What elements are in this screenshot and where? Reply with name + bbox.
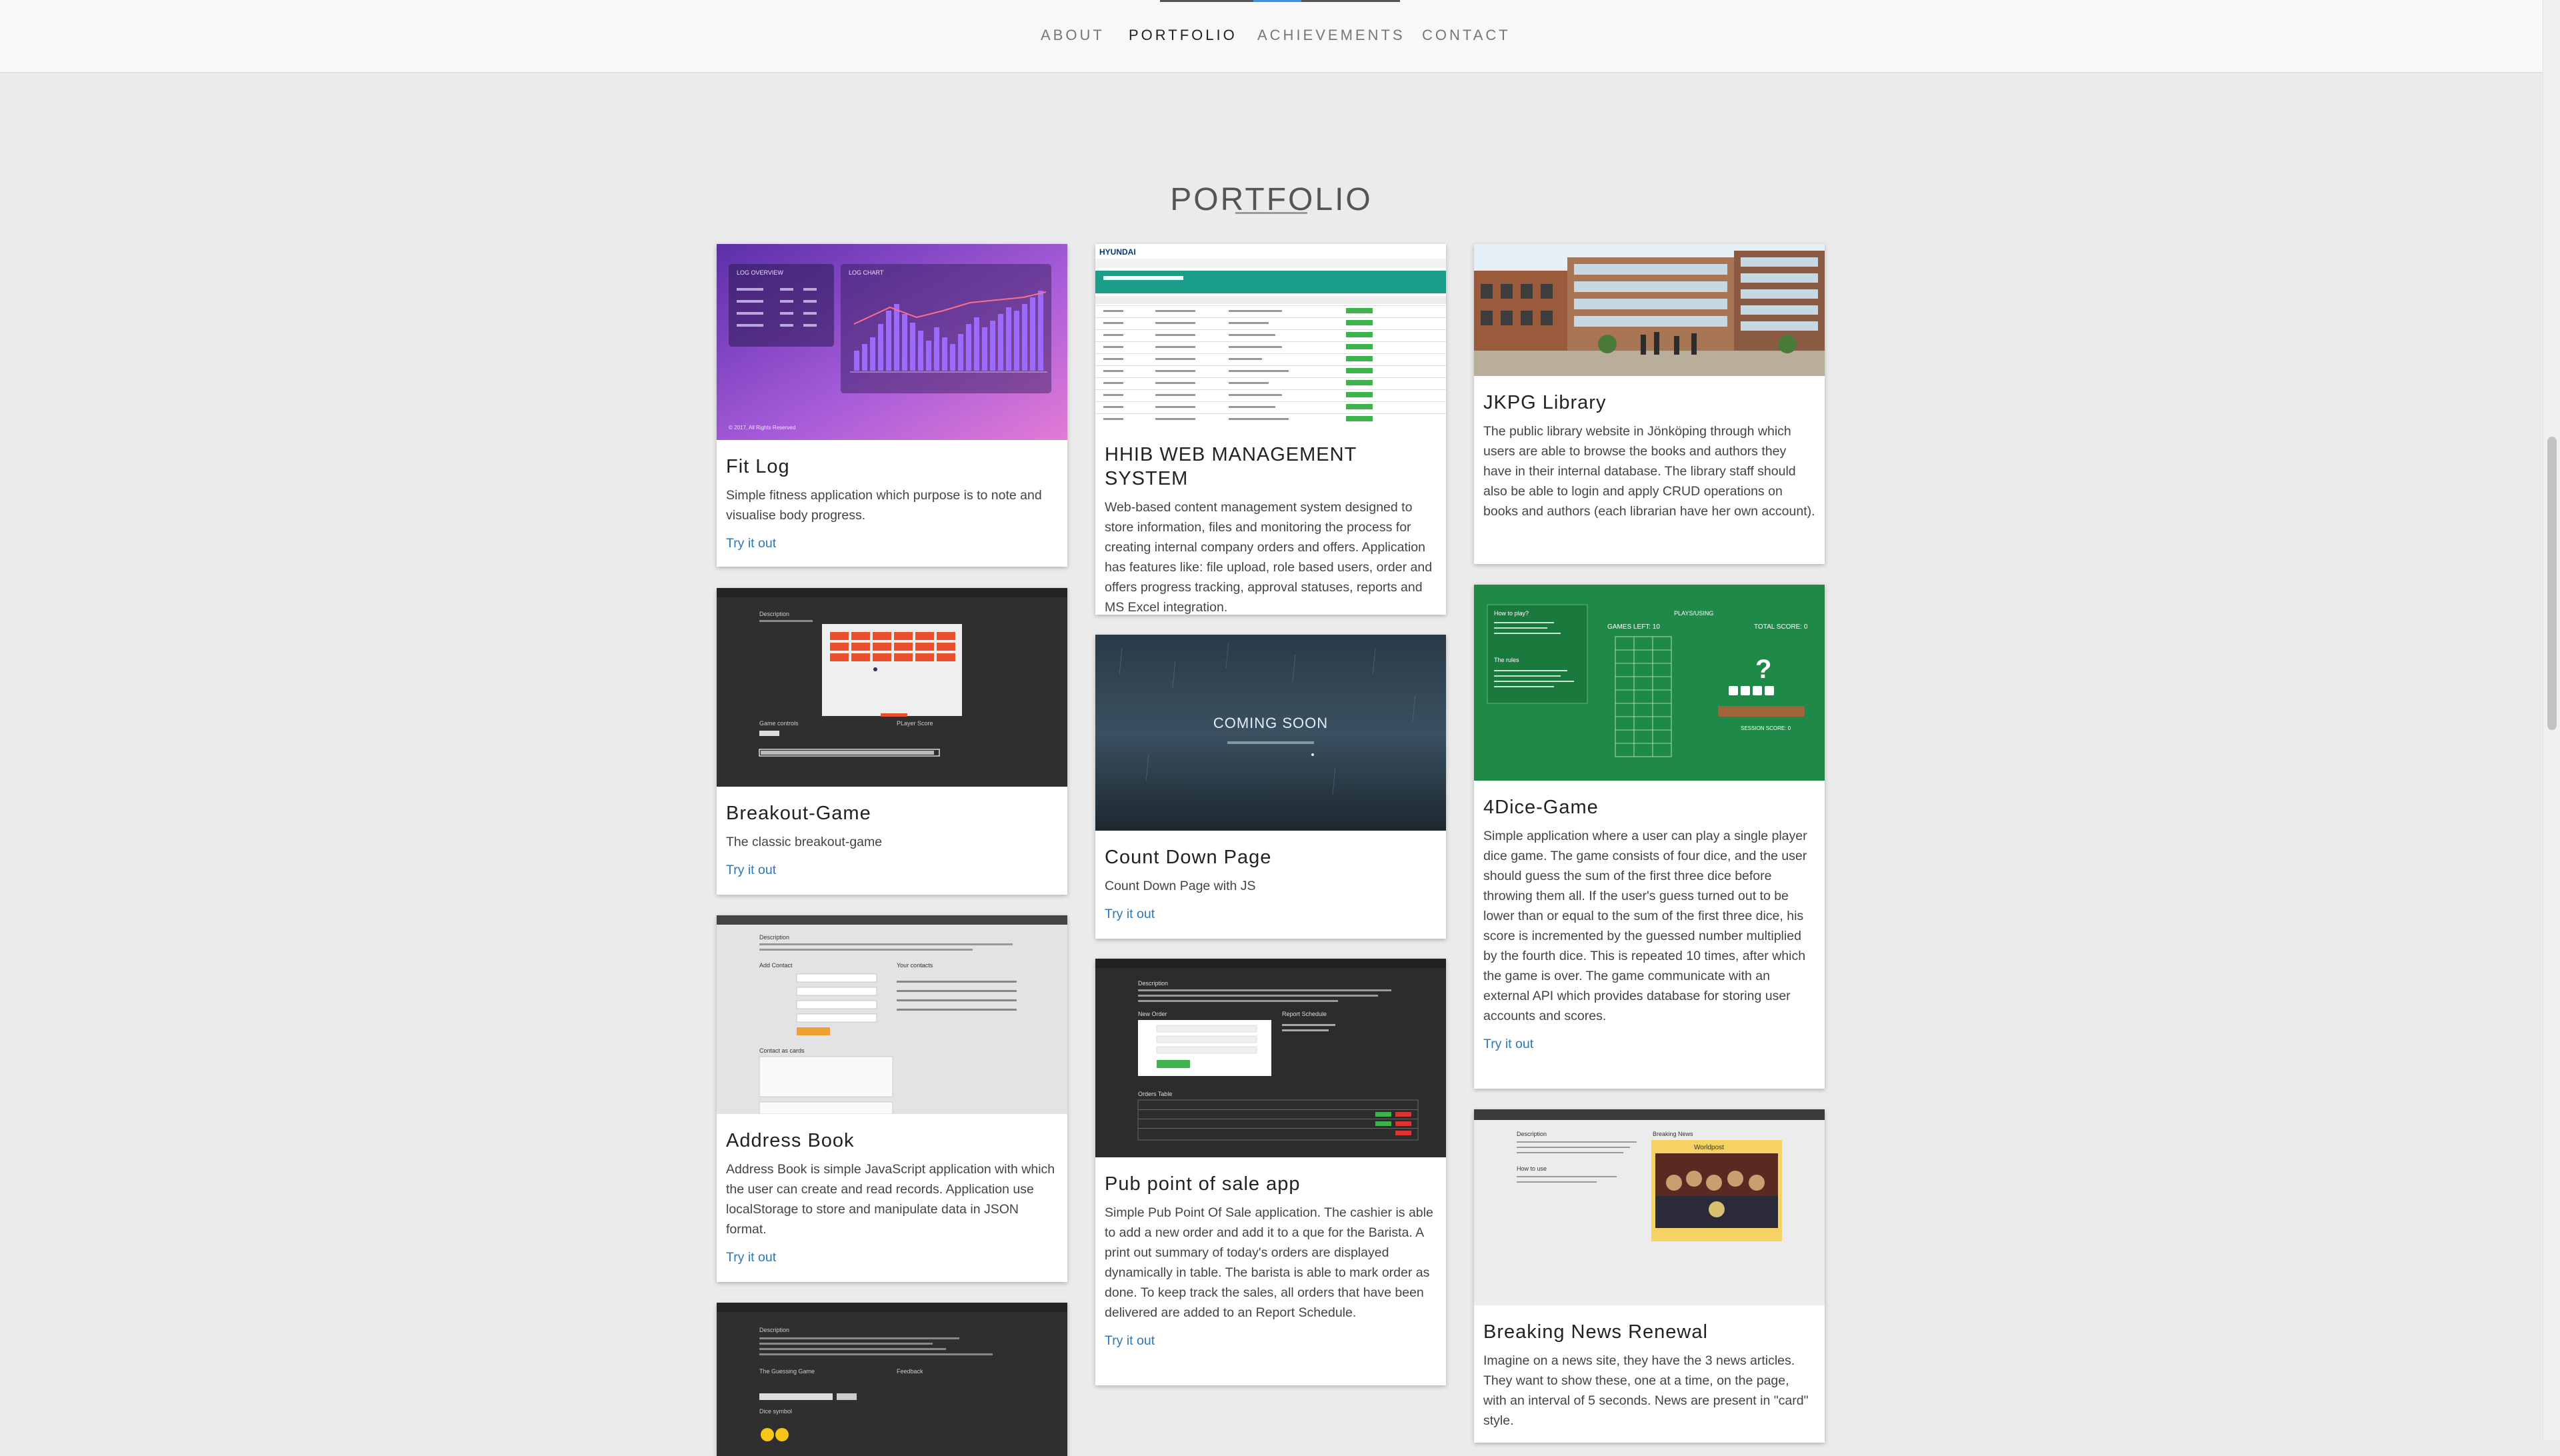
card-description: Address Book is simple JavaScript applic…: [726, 1162, 1055, 1237]
card-description: Count Down Page with JS: [1105, 879, 1256, 893]
try-it-out-link[interactable]: Try it out: [726, 1247, 776, 1267]
news-headline: Worldpost: [1694, 1144, 1724, 1151]
jkpg-library-photo[interactable]: [1474, 244, 1825, 376]
card-title: Fit Log: [726, 456, 790, 477]
countdown-screenshot[interactable]: COMING SOON: [1095, 635, 1446, 831]
dice-question-mark: ?: [1755, 655, 1771, 684]
address-add-label: Add Contact: [759, 962, 793, 969]
guessing-game-screenshot[interactable]: Description The Guessing Game Feedback D…: [717, 1303, 1067, 1456]
nav-item-about[interactable]: ABOUT: [1041, 27, 1105, 44]
portfolio-card-fitlog: LOG OVERVIEW LOG CHART © 2017, All Right…: [717, 244, 1067, 567]
breakout-score-label: PLayer Score: [897, 720, 933, 727]
card-title: Pub point of sale app: [1105, 1173, 1301, 1195]
card-description: Simple application where a user can play…: [1483, 829, 1807, 1023]
card-title: Breaking News Renewal: [1483, 1321, 1708, 1343]
pub-pos-screenshot[interactable]: Description New Order Report Schedule Or…: [1095, 959, 1446, 1157]
card-title: 4Dice-Game: [1483, 797, 1599, 818]
dice-playing-label: PLAYS/USING: [1674, 610, 1713, 617]
fitlog-overview-label: LOG OVERVIEW: [737, 269, 783, 276]
address-cards-label: Contact as cards: [759, 1047, 805, 1054]
pub-report-label: Report Schedule: [1282, 1011, 1327, 1017]
guessing-feedback-label: Feedback: [897, 1368, 923, 1375]
pub-desc-label: Description: [1138, 980, 1168, 987]
card-title: HHIB WEB MANAGEMENT SYSTEM: [1105, 444, 1357, 489]
card-description: Simple Pub Point Of Sale application. Th…: [1105, 1205, 1433, 1320]
breakout-screenshot[interactable]: Description Game controls PLayer Score: [717, 588, 1067, 787]
card-title: Address Book: [726, 1130, 855, 1151]
portfolio-card-countdown: COMING SOON Count Down Page Count Down P…: [1095, 635, 1446, 939]
portfolio-card-address-book: Description Add Contact Your contacts Co…: [717, 915, 1067, 1282]
breaking-news-screenshot[interactable]: Description How to use Breaking News Wor…: [1474, 1109, 1825, 1305]
portfolio-card-4dice: How to play? The rules PLAYS/USING GAMES…: [1474, 585, 1825, 1089]
address-desc-label: Description: [759, 934, 789, 941]
try-it-out-link[interactable]: Try it out: [1483, 1034, 1533, 1054]
address-book-screenshot[interactable]: Description Add Contact Your contacts Co…: [717, 915, 1067, 1114]
card-title: JKPG Library: [1483, 392, 1607, 413]
portfolio-card-guessing-game: Description The Guessing Game Feedback D…: [717, 1303, 1067, 1456]
4dice-screenshot[interactable]: How to play? The rules PLAYS/USING GAMES…: [1474, 585, 1825, 781]
guessing-desc-label: Description: [759, 1327, 789, 1333]
card-description: The public library website in Jönköping …: [1483, 424, 1815, 519]
top-navigation: ABOUT PORTFOLIO ACHIEVEMENTS CONTACT: [0, 0, 2543, 73]
dice-rules-label: The rules: [1494, 657, 1519, 663]
card-title: Count Down Page: [1105, 847, 1272, 868]
fitlog-footer: © 2017, All Rights Reserved: [729, 425, 795, 431]
card-description: Simple fitness application which purpose…: [726, 488, 1042, 523]
countdown-heading: COMING SOON: [1213, 715, 1328, 731]
fitlog-chart-label: LOG CHART: [849, 269, 884, 276]
fitlog-screenshot[interactable]: LOG OVERVIEW LOG CHART © 2017, All Right…: [717, 244, 1067, 440]
breakout-desc-label: Description: [759, 611, 789, 617]
nav-hover-indicator: [1253, 0, 1301, 2]
portfolio-card-breaking-news: Description How to use Breaking News Wor…: [1474, 1109, 1825, 1443]
try-it-out-link[interactable]: Try it out: [1105, 1331, 1155, 1351]
dice-games-left: GAMES LEFT: 10: [1607, 623, 1660, 631]
nav-item-achievements[interactable]: ACHIEVEMENTS: [1257, 27, 1405, 44]
address-contacts-label: Your contacts: [897, 962, 933, 969]
guessing-results-label: Dice symbol: [759, 1408, 792, 1415]
pub-orders-label: Orders Table: [1138, 1091, 1172, 1097]
card-title: Breakout-Game: [726, 803, 871, 824]
try-it-out-link[interactable]: Try it out: [726, 533, 776, 553]
dice-session-score: SESSION SCORE: 0: [1741, 725, 1791, 731]
portfolio-card-jkpg-library: JKPG Library The public library website …: [1474, 244, 1825, 564]
dice-total-score: TOTAL SCORE: 0: [1754, 623, 1808, 631]
breakout-controls-label: Game controls: [759, 720, 799, 727]
guessing-game-label: The Guessing Game: [759, 1368, 815, 1375]
dice-howto-label: How to play?: [1494, 610, 1529, 617]
portfolio-card-breakout: Description Game controls PLayer Score B…: [717, 588, 1067, 895]
news-how-label: How to use: [1517, 1165, 1547, 1172]
portfolio-card-pub-pos: Description New Order Report Schedule Or…: [1095, 959, 1446, 1385]
hhib-brand: HYUNDAI: [1099, 247, 1136, 257]
news-breaking-label: Breaking News: [1653, 1131, 1693, 1137]
hhib-screenshot[interactable]: HYUNDAI: [1095, 244, 1446, 428]
nav-item-portfolio[interactable]: PORTFOLIO: [1129, 27, 1237, 44]
card-description: The classic breakout-game: [726, 835, 883, 849]
news-desc-label: Description: [1517, 1131, 1547, 1137]
try-it-out-link[interactable]: Try it out: [1105, 904, 1155, 924]
card-description: Imagine on a news site, they have the 3 …: [1483, 1353, 1809, 1428]
portfolio-card-hhib: HYUNDAI HHIB WEB MANAGEMENT SYSTEM Web-b…: [1095, 244, 1446, 615]
title-divider: [1235, 212, 1307, 214]
pub-new-order-label: New Order: [1138, 1011, 1167, 1017]
card-description: Web-based content management system desi…: [1105, 500, 1433, 615]
nav-item-contact[interactable]: CONTACT: [1422, 27, 1511, 44]
page-scrollbar[interactable]: [2543, 0, 2560, 1440]
scrollbar-thumb[interactable]: [2547, 437, 2557, 730]
try-it-out-link[interactable]: Try it out: [726, 860, 776, 880]
